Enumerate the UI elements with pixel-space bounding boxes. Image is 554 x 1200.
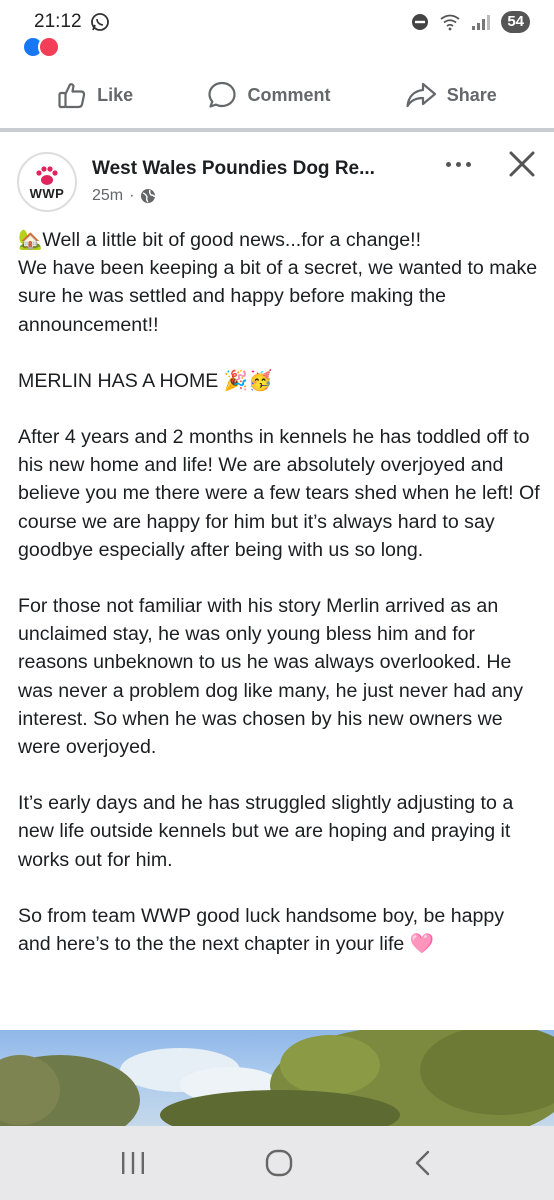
post-time[interactable]: 25m (92, 187, 123, 205)
paw-print-icon (36, 165, 58, 185)
share-arrow-icon (406, 82, 436, 108)
post-paragraph: So from team WWP good luck handsome boy,… (18, 904, 505, 956)
thumbs-up-icon (58, 83, 86, 109)
reaction-icons (22, 36, 60, 56)
globe-icon (141, 189, 156, 203)
more-dots-icon (455, 161, 461, 167)
more-dots-icon (465, 161, 471, 167)
page-name-link[interactable]: West Wales Poundies Dog Re... (92, 158, 375, 180)
clock: 21:12 (34, 11, 82, 32)
post-photo[interactable] (0, 1030, 554, 1130)
home-icon[interactable] (264, 1148, 294, 1178)
page-avatar[interactable]: WWP (17, 152, 77, 212)
post-text: 🏡Well a little bit of good news...for a … (18, 226, 540, 958)
share-label: Share (446, 84, 497, 105)
share-button[interactable]: Share (405, 80, 497, 110)
photo-scenery (0, 1030, 554, 1130)
like-button[interactable]: Like (57, 80, 133, 110)
post-paragraph: For those not familiar with his story Me… (18, 595, 523, 759)
post-header: WWP West Wales Poundies Dog Re... 25m · (0, 140, 554, 220)
recent-apps-icon[interactable] (119, 1150, 147, 1176)
speech-bubble-icon (208, 81, 237, 108)
avatar-logo-text: WWP (29, 185, 65, 201)
back-icon[interactable] (411, 1149, 435, 1177)
do-not-disturb-icon (412, 14, 429, 30)
comment-button[interactable]: Comment (207, 80, 330, 110)
more-options-button[interactable] (438, 152, 478, 176)
whatsapp-icon (90, 13, 109, 31)
post-paragraph: 🏡Well a little bit of good news...for a … (18, 229, 538, 336)
battery-indicator: 54 (501, 11, 530, 33)
post-divider (0, 128, 554, 132)
post-meta: 25m · (92, 187, 156, 205)
post-paragraph: After 4 years and 2 months in kennels he… (18, 426, 540, 561)
more-dots-icon (445, 161, 451, 167)
like-label: Like (97, 84, 134, 105)
previous-post-remnant (0, 36, 554, 56)
meta-separator: · (129, 187, 135, 204)
post-paragraph: It’s early days and he has struggled sli… (18, 792, 514, 871)
signal-icon (472, 15, 491, 30)
system-navigation-bar (0, 1126, 554, 1200)
post-action-bar: Like Comment Share (0, 60, 554, 130)
status-right: 54 (411, 11, 530, 33)
close-icon[interactable] (504, 146, 540, 182)
wifi-icon (440, 14, 460, 31)
post-paragraph: MERLIN HAS A HOME 🎉🥳 (18, 369, 273, 392)
comment-label: Comment (247, 84, 331, 105)
love-reaction-icon (38, 36, 60, 56)
status-left: 21:12 (34, 11, 110, 33)
